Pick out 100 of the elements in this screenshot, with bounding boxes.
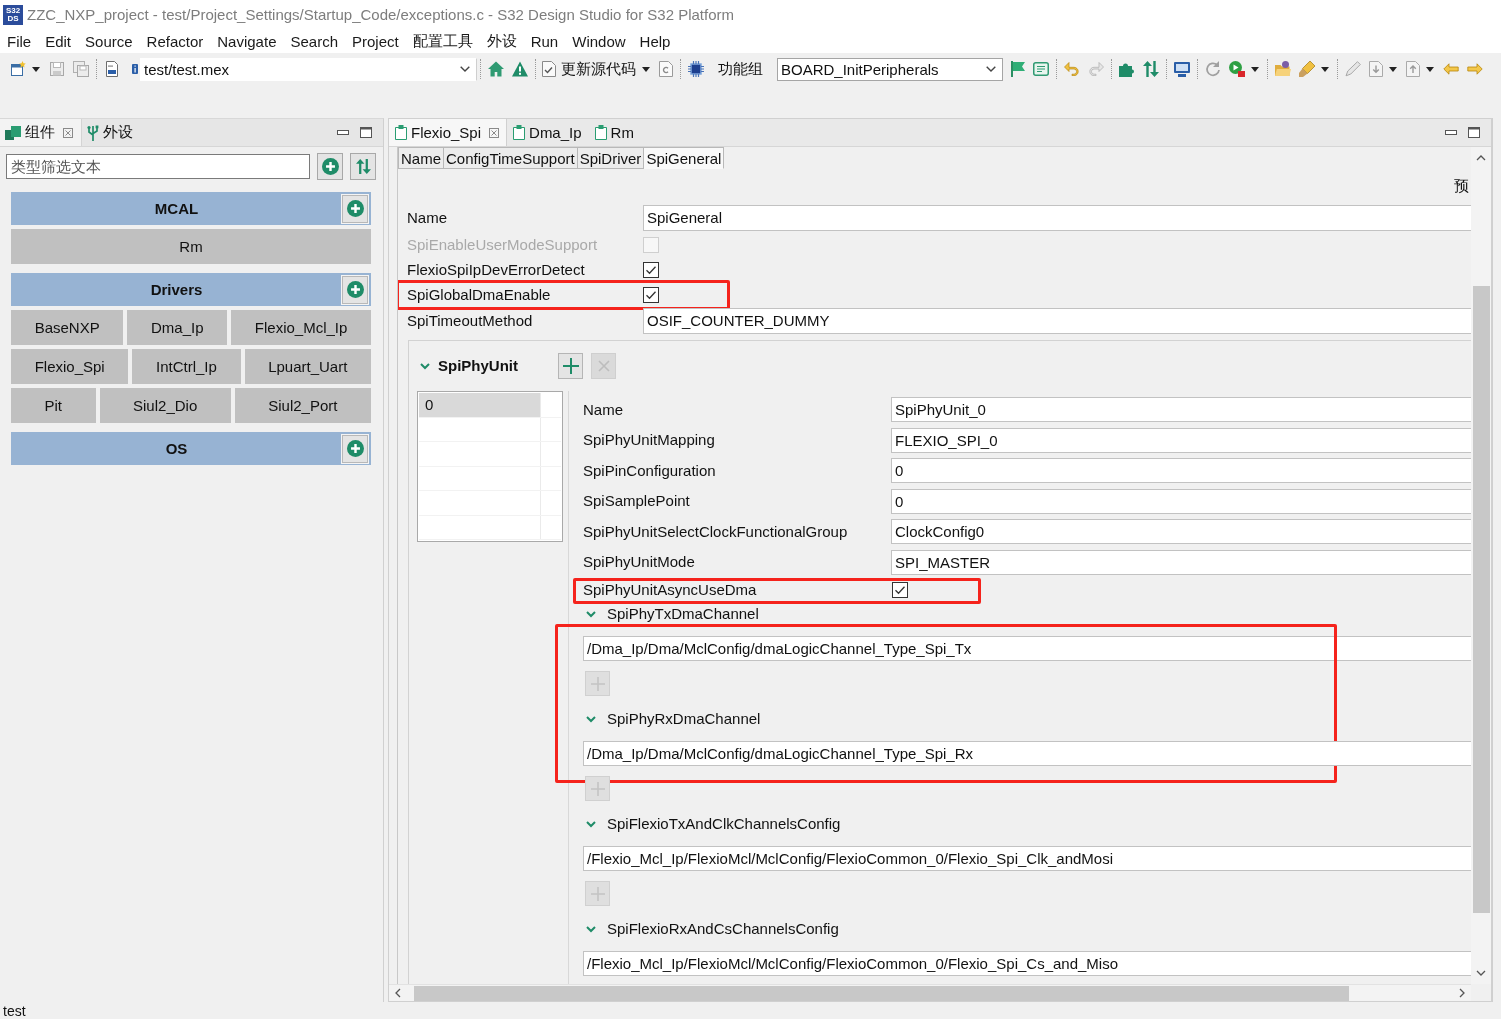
chevron-left-icon[interactable]	[395, 988, 401, 998]
flag-icon[interactable]	[1011, 61, 1025, 77]
scrollbar-thumb[interactable]	[1472, 286, 1490, 913]
add-button[interactable]	[342, 275, 368, 304]
warning-icon[interactable]	[512, 61, 528, 77]
sort-button[interactable]	[350, 153, 376, 180]
dropdown-caret-icon[interactable]	[1321, 66, 1329, 72]
menu-item[interactable]: Project	[345, 32, 406, 50]
chevron-down-icon[interactable]	[1476, 970, 1486, 976]
save-icon[interactable]	[49, 61, 65, 77]
download-icon[interactable]	[1369, 61, 1383, 77]
text-field[interactable]: OSIF_COUNTER_DUMMY	[643, 308, 1471, 334]
section-tab[interactable]: ConfigTimeSupport	[444, 147, 578, 169]
component-button[interactable]: IntCtrl_Ip	[132, 349, 241, 384]
maximize-icon[interactable]	[1468, 127, 1480, 138]
menu-item[interactable]: Search	[283, 32, 345, 50]
checkbox[interactable]	[892, 582, 908, 598]
refresh-icon[interactable]	[1205, 61, 1221, 77]
menu-item[interactable]: Navigate	[210, 32, 284, 50]
file-dropdown[interactable]: test/test.mex	[140, 57, 477, 81]
component-button[interactable]: Lpuart_Uart	[244, 349, 371, 384]
text-field[interactable]: FLEXIO_SPI_0	[891, 427, 1471, 453]
add-button[interactable]	[317, 153, 343, 180]
component-button[interactable]: Flexio_Spi	[11, 349, 129, 384]
add-button[interactable]	[342, 194, 368, 223]
chevron-down-icon[interactable]	[586, 924, 596, 934]
chevron-down-icon[interactable]	[420, 360, 430, 371]
component-button[interactable]: Siul2_Dio	[99, 388, 231, 423]
menu-item[interactable]: Run	[523, 32, 566, 50]
editor-tab[interactable]: Flexio_Spi	[389, 119, 508, 146]
home-icon[interactable]	[488, 61, 504, 77]
monitor-icon[interactable]	[1174, 61, 1190, 77]
editor-tab[interactable]: Dma_Ip	[507, 119, 589, 146]
maximize-icon[interactable]	[360, 127, 372, 138]
component-button[interactable]: Flexio_Mcl_Ip	[231, 310, 371, 345]
chevron-right-icon[interactable]	[1459, 988, 1465, 998]
text-field[interactable]: SpiGeneral	[643, 205, 1471, 231]
upload-icon[interactable]	[1406, 61, 1420, 77]
close-icon[interactable]	[489, 127, 500, 138]
forward-arrow-icon[interactable]	[1467, 63, 1483, 75]
component-button[interactable]: Dma_Ip	[127, 310, 228, 345]
menu-item[interactable]: 配置工具	[405, 31, 480, 51]
dropdown-caret-icon[interactable]	[642, 66, 650, 72]
chevron-up-icon[interactable]	[1476, 155, 1486, 161]
component-button[interactable]: Pit	[11, 388, 96, 423]
run-icon[interactable]	[1229, 61, 1245, 77]
back-arrow-icon[interactable]	[1443, 63, 1459, 75]
text-field[interactable]: ClockConfig0	[891, 519, 1471, 544]
editor-tab[interactable]: Rm	[588, 119, 641, 146]
component-button[interactable]: Rm	[11, 229, 371, 264]
add-button[interactable]	[342, 434, 368, 463]
menu-item[interactable]: File	[0, 32, 39, 50]
note-icon[interactable]	[1033, 62, 1049, 76]
menu-item[interactable]: Refactor	[139, 32, 211, 50]
sort-arrows-icon[interactable]	[1143, 61, 1159, 77]
puzzle-icon[interactable]	[1119, 61, 1135, 77]
menu-item[interactable]: Help	[632, 32, 678, 50]
save-all-icon[interactable]	[73, 61, 89, 77]
section-tab[interactable]: Name	[398, 147, 444, 169]
minimize-icon[interactable]	[1445, 130, 1457, 135]
dropdown-caret-icon[interactable]	[1389, 66, 1397, 72]
checkbox[interactable]	[643, 261, 659, 278]
text-field[interactable]: /Flexio_Mcl_Ip/FlexioMcl/MclConfig/FlexioCommon_0/Flexio_Spi_Clk_andMosi	[583, 846, 1471, 871]
add-button[interactable]	[558, 352, 583, 379]
function-group-dropdown[interactable]: BOARD_InitPeripherals	[777, 57, 1003, 81]
chip-icon[interactable]	[688, 61, 704, 77]
new-window-icon[interactable]	[10, 61, 26, 77]
minimize-icon[interactable]	[337, 130, 349, 135]
menu-item[interactable]: Edit	[38, 32, 79, 50]
menu-item[interactable]: Source	[78, 32, 140, 50]
text-field[interactable]: /Dma_Ip/Dma/MclConfig/dmaLogicChannel_Type_Spi_Rx	[583, 741, 1471, 766]
dropdown-caret-icon[interactable]	[32, 66, 40, 72]
horizontal-scrollbar[interactable]	[389, 984, 1471, 1001]
component-button[interactable]: Siul2_Port	[234, 388, 371, 423]
list-item[interactable]: 0	[419, 393, 540, 417]
update-source-button[interactable]: 更新源代码	[539, 57, 640, 81]
component-button[interactable]: BaseNXP	[11, 310, 124, 345]
dropdown-caret-icon[interactable]	[1251, 66, 1259, 72]
dropdown-caret-icon[interactable]	[1426, 66, 1434, 72]
close-icon[interactable]	[63, 127, 73, 138]
panel-tab[interactable]: 组件	[0, 119, 82, 146]
menu-item[interactable]: 外设	[479, 31, 524, 51]
filter-field[interactable]: 类型筛选文本	[6, 154, 310, 179]
chevron-down-icon[interactable]	[586, 609, 596, 619]
text-field[interactable]: SpiPhyUnit_0	[891, 397, 1471, 422]
scrollbar-thumb[interactable]	[414, 985, 1349, 1001]
section-tab[interactable]: SpiGeneral	[644, 147, 725, 169]
text-field[interactable]: SPI_MASTER	[891, 549, 1471, 575]
chevron-down-icon[interactable]	[586, 819, 596, 829]
folder-icon[interactable]	[1275, 61, 1291, 77]
text-field[interactable]: 0	[891, 458, 1471, 483]
section-tab[interactable]: SpiDriver	[577, 147, 645, 169]
info-icon[interactable]	[132, 64, 138, 74]
document-icon[interactable]	[104, 61, 120, 77]
chevron-down-icon[interactable]	[586, 714, 596, 724]
text-field[interactable]: /Dma_Ip/Dma/MclConfig/dmaLogicChannel_Type_Spi_Tx	[583, 636, 1471, 661]
panel-tab[interactable]: 外设	[82, 119, 141, 146]
menu-item[interactable]: Window	[565, 32, 633, 50]
checkbox[interactable]	[643, 286, 659, 303]
marker-icon[interactable]	[1299, 61, 1315, 77]
